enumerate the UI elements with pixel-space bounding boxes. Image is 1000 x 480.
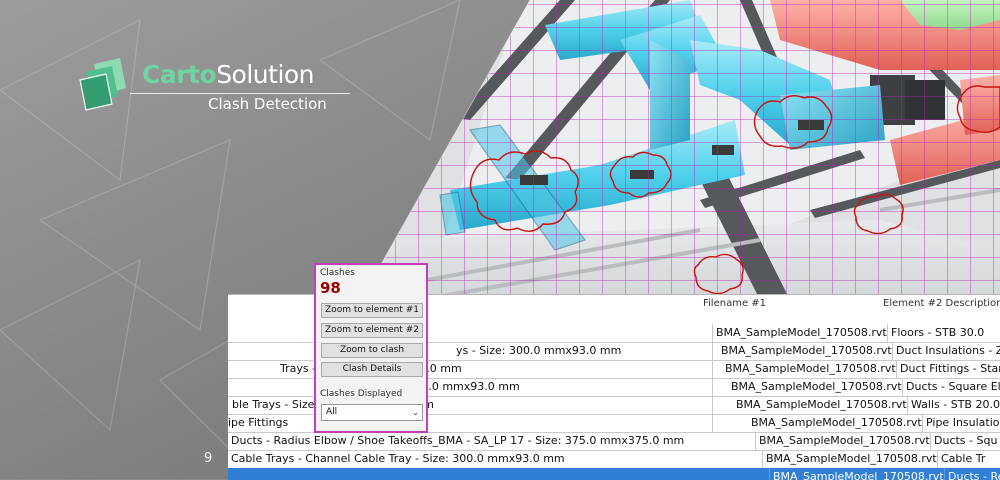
brand-subtitle: Clash Detection: [208, 95, 327, 113]
cell-filename: BMA_SampleModel_170508.rvt: [770, 468, 945, 480]
clashes-displayed-label: Clashes Displayed: [320, 389, 403, 399]
clash-details-button[interactable]: Clash Details: [321, 362, 423, 377]
cell-description: Cable Tr: [938, 450, 1000, 468]
header-filename[interactable]: Filename #1: [703, 298, 766, 309]
clashes-displayed-value: All: [326, 407, 338, 417]
cell-element-name: Ducts - Radius Elbow / Shoe Takeoffs_BMA…: [228, 432, 756, 450]
brand: CartoSolution Clash Detection: [80, 50, 350, 120]
cell-filename: BMA_SampleModel_170508.rvt: [713, 324, 888, 342]
clashes-count: 98: [320, 279, 341, 297]
table-row-selected[interactable]: BMA_SampleModel_170508.rvt Ducts - Re: [228, 468, 1000, 480]
clash-panel: Clashes 98 Zoom to element #1 Zoom to el…: [314, 263, 428, 433]
cell-filename: BMA_SampleModel_170508.rvt: [718, 342, 893, 360]
clashes-displayed-select[interactable]: All ⌄: [321, 404, 423, 421]
zoom-to-element-1-button[interactable]: Zoom to element #1: [321, 303, 423, 318]
cell-element-name: Cable Trays - Channel Cable Tray - Size:…: [228, 450, 763, 468]
cell-element-name: ipe Fittings: [228, 414, 713, 432]
cell-filename: BMA_SampleModel_170508.rvt: [756, 432, 931, 450]
brand-name-part2: Solution: [216, 60, 315, 89]
cell-element-name: Trays - Size: 300.0 mmx93.0 mm: [228, 378, 713, 396]
cell-filename: BMA_SampleModel_170508.rvt: [722, 360, 897, 378]
cell-description: Floors - STB 30.0: [888, 324, 1000, 342]
clashes-label: Clashes: [320, 268, 355, 278]
cell-element-name: Trays - Size: 300.0 mmx93.0 mm: [228, 360, 713, 378]
zoom-to-clash-button[interactable]: Zoom to clash: [321, 343, 423, 358]
brand-name-part1: Carto: [142, 60, 217, 89]
cell-description: Ducts - Re: [945, 468, 1000, 480]
cell-filename: BMA_SampleModel_170508.rvt: [763, 450, 938, 468]
brand-name: CartoSolution: [142, 60, 315, 89]
cell-description: Ducts - Square Elb: [903, 378, 1000, 396]
table-row[interactable]: Ducts - Radius Elbow / Shoe Takeoffs_BMA…: [228, 432, 1000, 451]
cell-description: Duct Insulations - ZZ: [893, 342, 1000, 360]
row-number: 9: [204, 451, 213, 466]
zoom-to-element-2-button[interactable]: Zoom to element #2: [321, 323, 423, 338]
table-row[interactable]: Cable Trays - Channel Cable Tray - Size:…: [228, 450, 1000, 469]
cell-description: Duct Fittings - Stand: [897, 360, 1000, 378]
cell-element-name: [228, 468, 770, 480]
header-element2-description[interactable]: Element #2 Description: [883, 298, 1000, 309]
cell-description: Ducts - Squ: [931, 432, 1000, 450]
cell-element-name: ble Trays - Size: 300.0 mmx93.0 mm: [228, 396, 713, 414]
brand-rule: [130, 93, 350, 94]
cell-filename: BMA_SampleModel_170508.rvt: [733, 396, 908, 414]
cell-element-name: [228, 324, 713, 342]
cell-filename: BMA_SampleModel_170508.rvt: [728, 378, 903, 396]
cell-element-name: ys - Size: 300.0 mmx93.0 mm: [228, 342, 713, 360]
chevron-down-icon[interactable]: ⌄: [412, 405, 419, 420]
cell-description: Walls - STB 20.0: [908, 396, 1000, 414]
cell-description: Pipe Insulation: [923, 414, 1000, 432]
cell-filename: BMA_SampleModel_170508.rvt: [748, 414, 923, 432]
